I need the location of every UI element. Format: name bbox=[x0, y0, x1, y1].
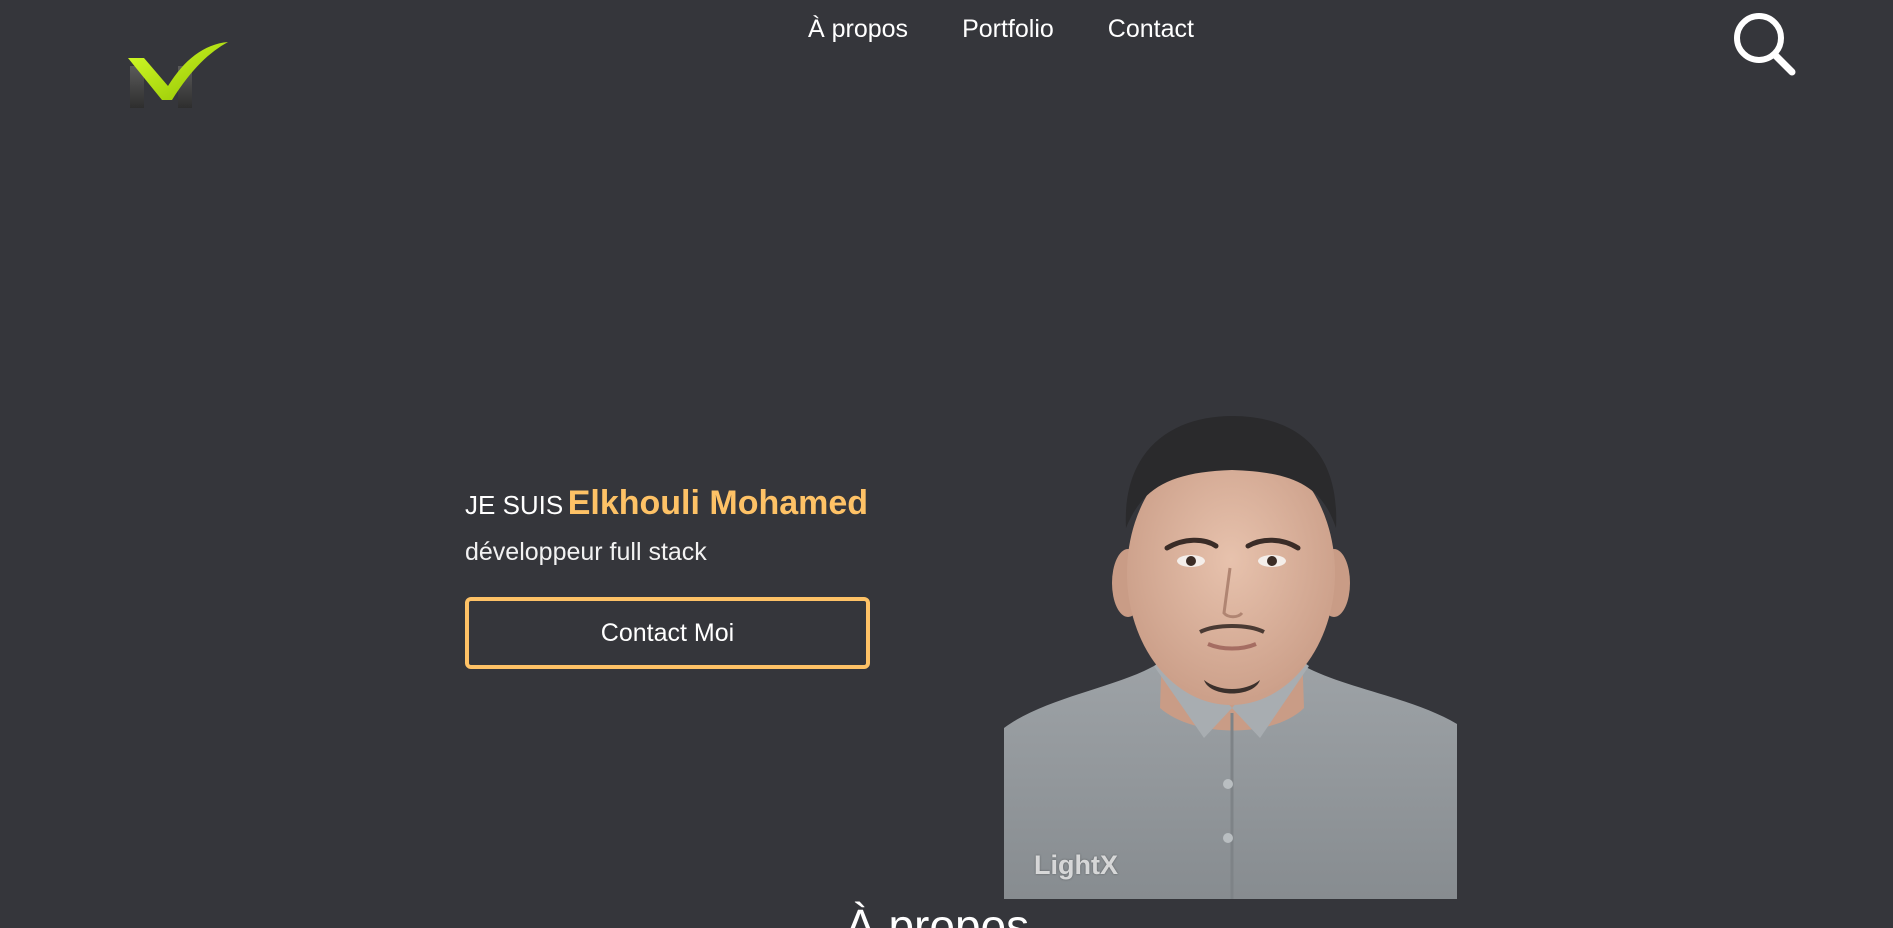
hero-text: JE SUIS Elkhouli Mohamed développeur ful… bbox=[465, 480, 885, 569]
search-button[interactable] bbox=[1730, 8, 1798, 76]
about-section-title: À propos bbox=[845, 900, 1030, 928]
nav-link-contact[interactable]: Contact bbox=[1108, 14, 1194, 44]
search-icon bbox=[1734, 13, 1796, 76]
hero-name: Elkhouli Mohamed bbox=[567, 484, 869, 522]
hero-role: développeur full stack bbox=[465, 538, 707, 566]
hero-intro: JE SUIS Elkhouli Mohamed bbox=[465, 480, 885, 533]
nav-link-portfolio[interactable]: Portfolio bbox=[962, 14, 1054, 44]
intro-prefix: JE SUIS bbox=[465, 490, 564, 520]
main-nav: À propos Portfolio Contact bbox=[808, 14, 1194, 44]
profile-photo: LightX bbox=[1004, 408, 1457, 899]
photo-watermark: LightX bbox=[1034, 850, 1118, 880]
page: À propos Portfolio Contact JE SUIS Elkho… bbox=[0, 0, 1893, 928]
checkmark-m-logo-icon bbox=[128, 42, 228, 108]
site-logo[interactable] bbox=[126, 38, 230, 110]
contact-me-button[interactable]: Contact Moi bbox=[465, 597, 870, 669]
portrait-illustration bbox=[1004, 416, 1457, 899]
nav-link-a-propos[interactable]: À propos bbox=[808, 14, 908, 44]
